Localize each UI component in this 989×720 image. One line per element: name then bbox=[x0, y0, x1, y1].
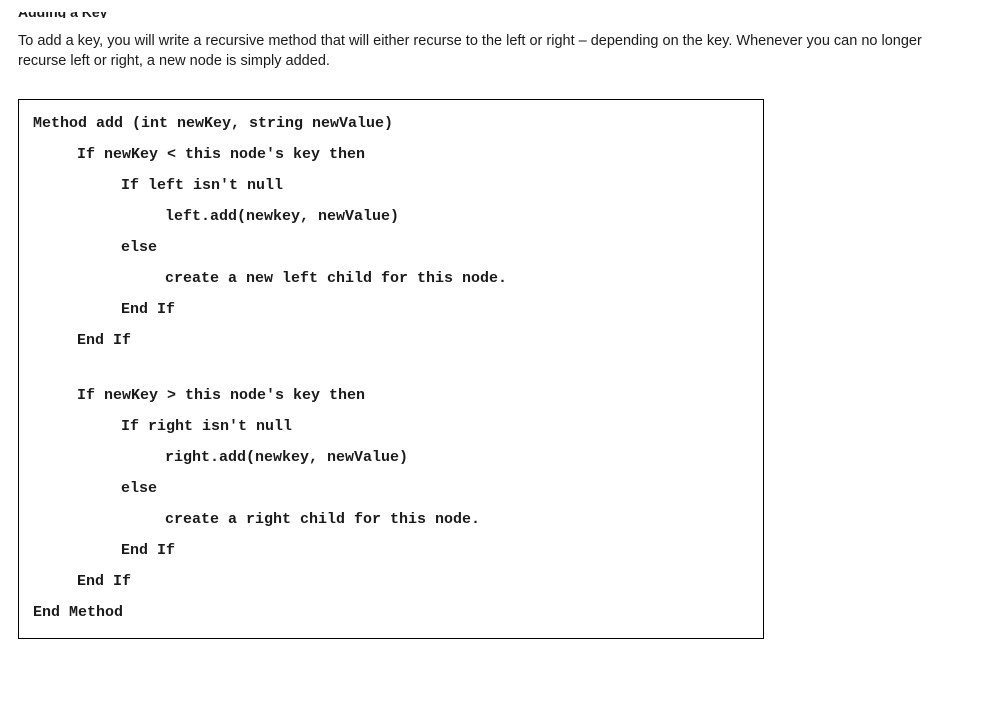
intro-paragraph: To add a key, you will write a recursive… bbox=[18, 32, 971, 71]
code-line: If right isn't null bbox=[33, 419, 749, 434]
section-title: Adding a Key bbox=[18, 12, 107, 18]
code-line: left.add(newkey, newValue) bbox=[33, 209, 749, 224]
code-line: If newKey > this node's key then bbox=[33, 388, 749, 403]
code-line: End If bbox=[33, 333, 749, 348]
code-line: End If bbox=[33, 543, 749, 558]
code-line: right.add(newkey, newValue) bbox=[33, 450, 749, 465]
code-line: If newKey < this node's key then bbox=[33, 147, 749, 162]
blank-line bbox=[33, 364, 749, 388]
code-line: else bbox=[33, 481, 749, 496]
code-line: else bbox=[33, 240, 749, 255]
code-line: create a right child for this node. bbox=[33, 512, 749, 527]
header-section: Adding a Key To add a key, you will writ… bbox=[0, 0, 989, 91]
code-line: End If bbox=[33, 574, 749, 589]
code-line: End If bbox=[33, 302, 749, 317]
code-line: End Method bbox=[33, 605, 749, 620]
code-line: Method add (int newKey, string newValue) bbox=[33, 116, 749, 131]
code-line: If left isn't null bbox=[33, 178, 749, 193]
code-line: create a new left child for this node. bbox=[33, 271, 749, 286]
pseudocode-box: Method add (int newKey, string newValue)… bbox=[18, 99, 764, 639]
